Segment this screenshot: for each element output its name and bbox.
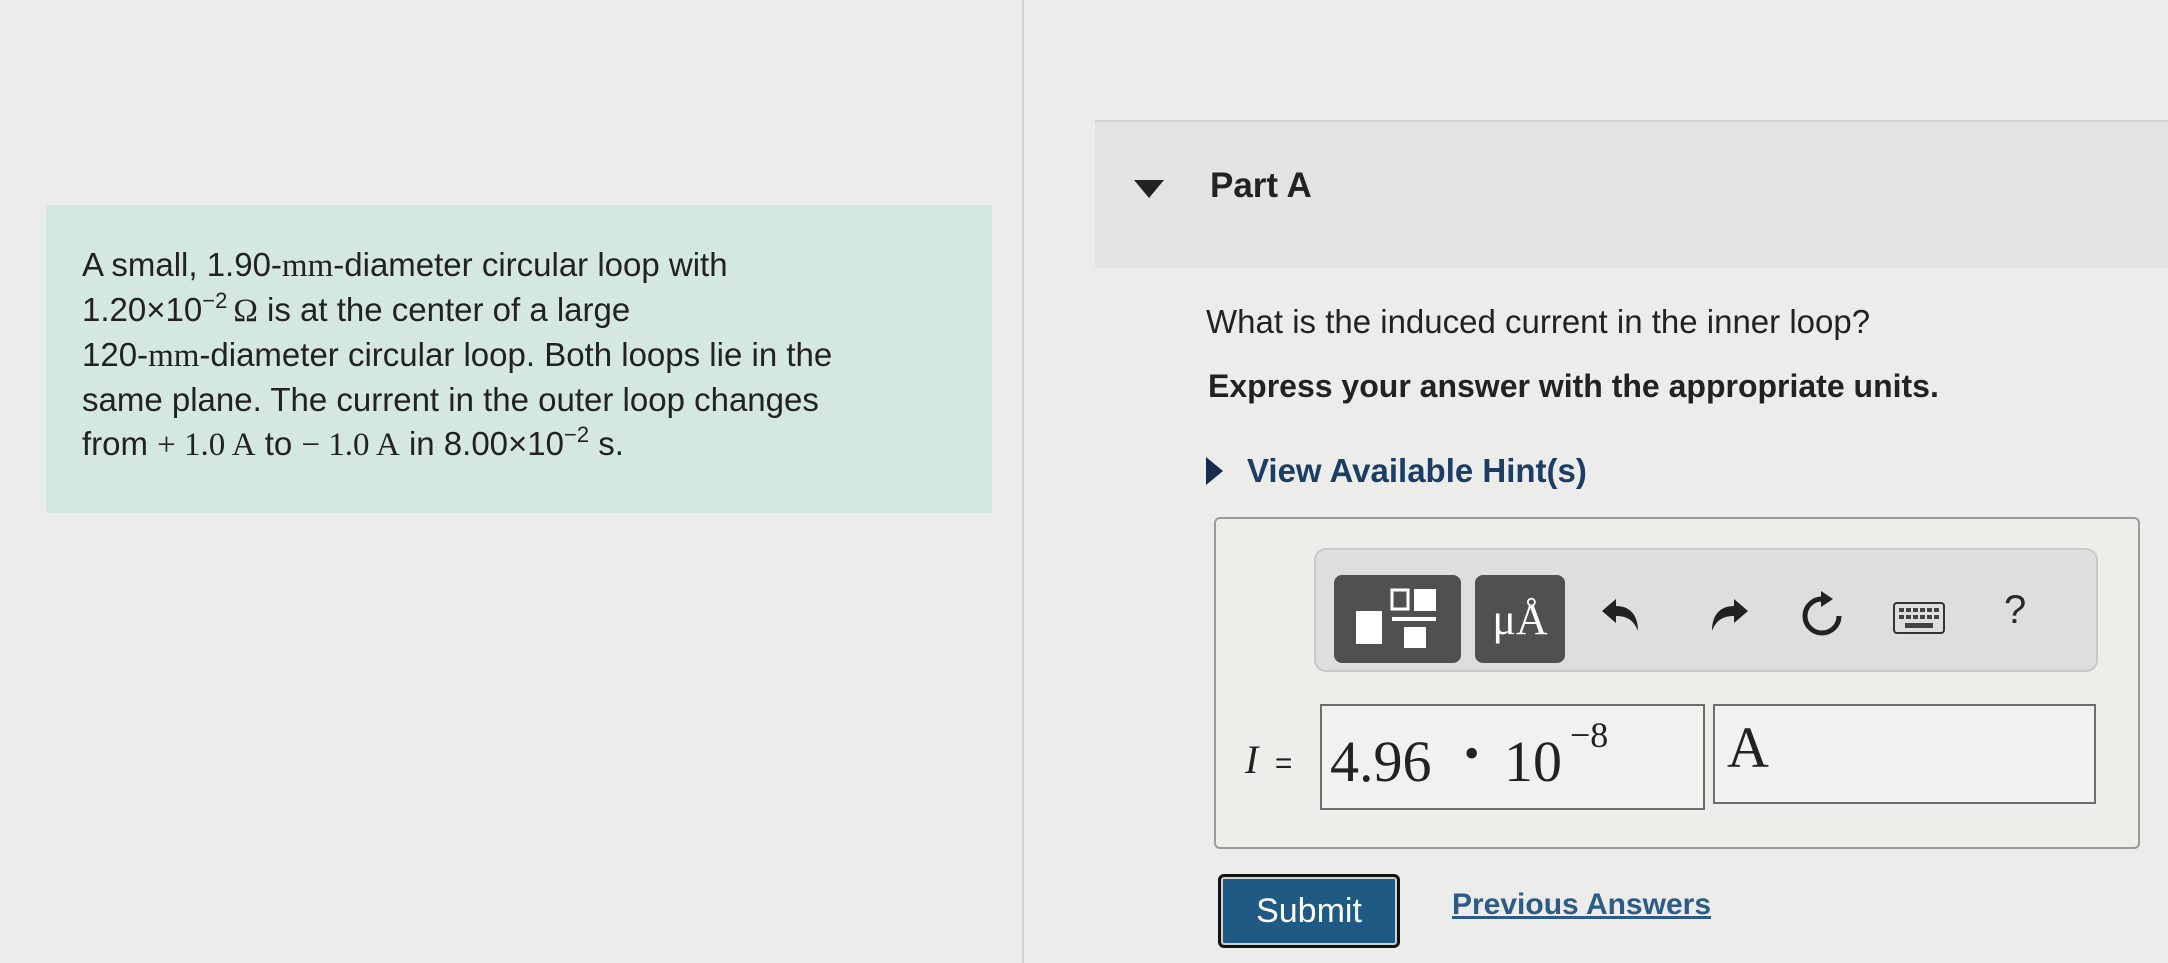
fraction-template-icon	[1356, 588, 1436, 648]
resistance-exponent: −2	[202, 288, 228, 313]
ohm-symbol: Ω	[233, 293, 258, 329]
equals-sign: =	[1274, 747, 1293, 780]
answer-variable-label: I =	[1245, 736, 1292, 783]
problem-line-5: from + 1.0 A to − 1.0 A in 8.00×10−2 s.	[82, 422, 958, 467]
keyboard-icon[interactable]	[1893, 602, 1945, 634]
panel-divider	[1022, 0, 1024, 963]
value-input[interactable]: 4.96 • 10 −8	[1320, 704, 1705, 810]
unit-mm: mm	[281, 248, 334, 284]
help-icon[interactable]: ?	[2004, 588, 2026, 633]
problem-text: -diameter circular loop. Both loops lie …	[199, 336, 833, 373]
variable-symbol: I	[1245, 737, 1259, 782]
undo-icon[interactable]	[1598, 593, 1644, 639]
unit-mm: mm	[148, 338, 200, 374]
problem-text: 120-	[82, 336, 149, 373]
units-input[interactable]: A	[1713, 704, 2096, 804]
final-current: − 1.0 A	[301, 427, 400, 463]
units-button[interactable]: μÅ	[1475, 575, 1565, 663]
problem-statement: A small, 1.90-mm-diameter circular loop …	[46, 205, 992, 513]
instruction-text: Express your answer with the appropriate…	[1208, 368, 1939, 404]
value-mantissa: 4.96	[1330, 729, 1432, 794]
resistance-mantissa: 1.20×10	[82, 291, 203, 328]
problem-text: is at the center of a large	[257, 291, 631, 328]
question-text: What is the induced current in the inner…	[1206, 303, 1871, 340]
problem-text: -diameter circular loop with	[333, 246, 728, 283]
reset-icon[interactable]	[1797, 591, 1847, 641]
value-base: 10	[1504, 729, 1562, 794]
collapse-caret-icon[interactable]	[1134, 180, 1164, 198]
problem-line-4: same plane. The current in the outer loo…	[82, 381, 819, 418]
redo-icon[interactable]	[1706, 593, 1752, 639]
previous-answers-link[interactable]: Previous Answers	[1452, 888, 1711, 922]
templates-button[interactable]	[1334, 575, 1461, 663]
time-mantissa: in 8.00×10	[399, 425, 565, 462]
units-icon: μÅ	[1492, 594, 1548, 644]
initial-current: + 1.0 A	[157, 427, 256, 463]
part-title: Part A	[1210, 166, 1312, 205]
hint-label: View Available Hint(s)	[1247, 452, 1587, 489]
multiply-dot: •	[1464, 729, 1480, 778]
submit-button[interactable]: Submit	[1218, 874, 1400, 948]
problem-text: A small, 1.90-	[82, 246, 282, 283]
problem-line-2: 1.20×10−2 Ω is at the center of a large	[82, 288, 958, 333]
view-hints-toggle[interactable]: View Available Hint(s)	[1206, 452, 1587, 490]
problem-line-1: A small, 1.90-mm-diameter circular loop …	[82, 243, 958, 288]
value-exponent: −8	[1570, 715, 1609, 755]
expand-caret-icon	[1206, 457, 1223, 485]
time-exponent: −2	[564, 422, 590, 447]
problem-line-3: 120-mm-diameter circular loop. Both loop…	[82, 333, 958, 378]
problem-text: from	[82, 425, 158, 462]
time-unit: s.	[589, 425, 624, 462]
problem-text: to	[255, 425, 302, 462]
